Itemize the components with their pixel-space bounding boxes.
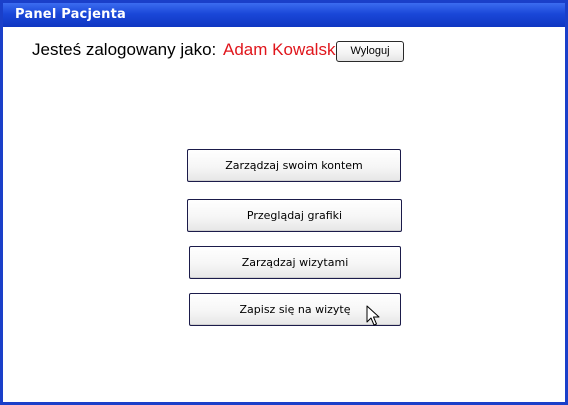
logged-in-info: Jesteś zalogowany jako: Adam Kowalski — [32, 40, 339, 60]
manage-account-button[interactable]: Zarządzaj swoim kontem — [187, 149, 401, 182]
logout-button[interactable]: Wyloguj — [336, 41, 404, 62]
logged-in-label: Jesteś zalogowany jako: — [32, 40, 217, 59]
manage-visits-button[interactable]: Zarządzaj wizytami — [189, 246, 401, 279]
window-title: Panel Pacjenta — [3, 3, 565, 27]
mouse-pointer-icon — [366, 305, 380, 326]
browse-schedules-button[interactable]: Przeglądaj grafiki — [187, 199, 402, 232]
user-name: Adam Kowalski — [223, 40, 340, 59]
patient-panel-window: Panel Pacjenta Jesteś zalogowany jako: A… — [0, 0, 568, 405]
